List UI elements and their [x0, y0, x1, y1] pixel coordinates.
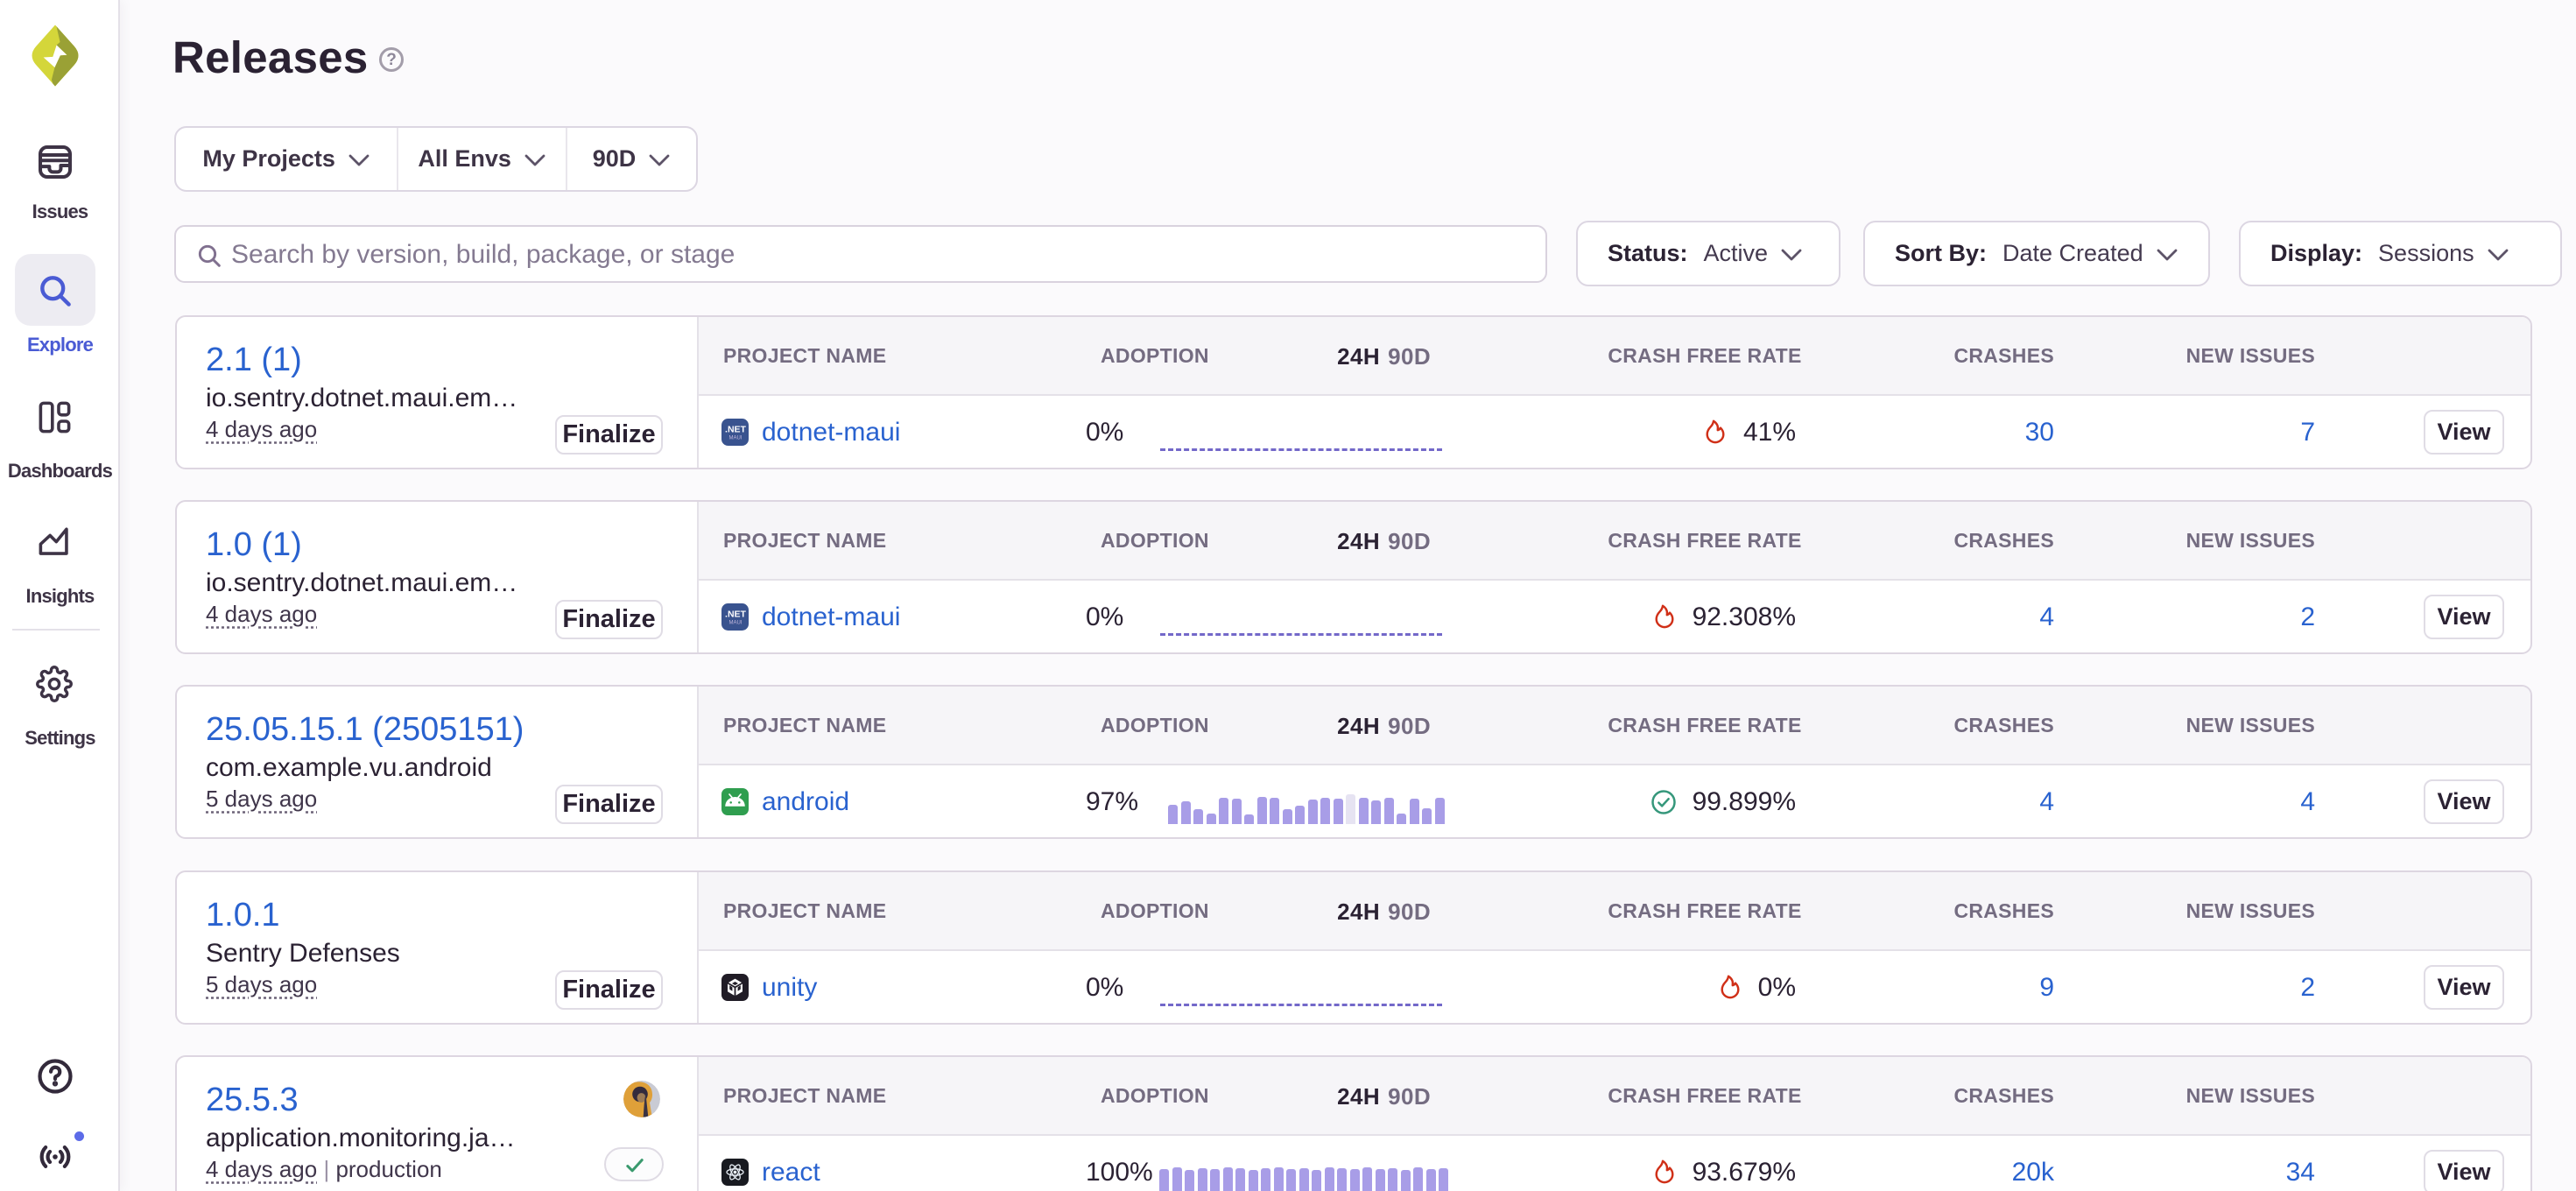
svg-text:MAUI: MAUI — [729, 621, 743, 626]
svg-text:.NET: .NET — [725, 610, 747, 620]
svg-text:MAUI: MAUI — [729, 436, 743, 441]
svg-text:.NET: .NET — [725, 425, 747, 435]
